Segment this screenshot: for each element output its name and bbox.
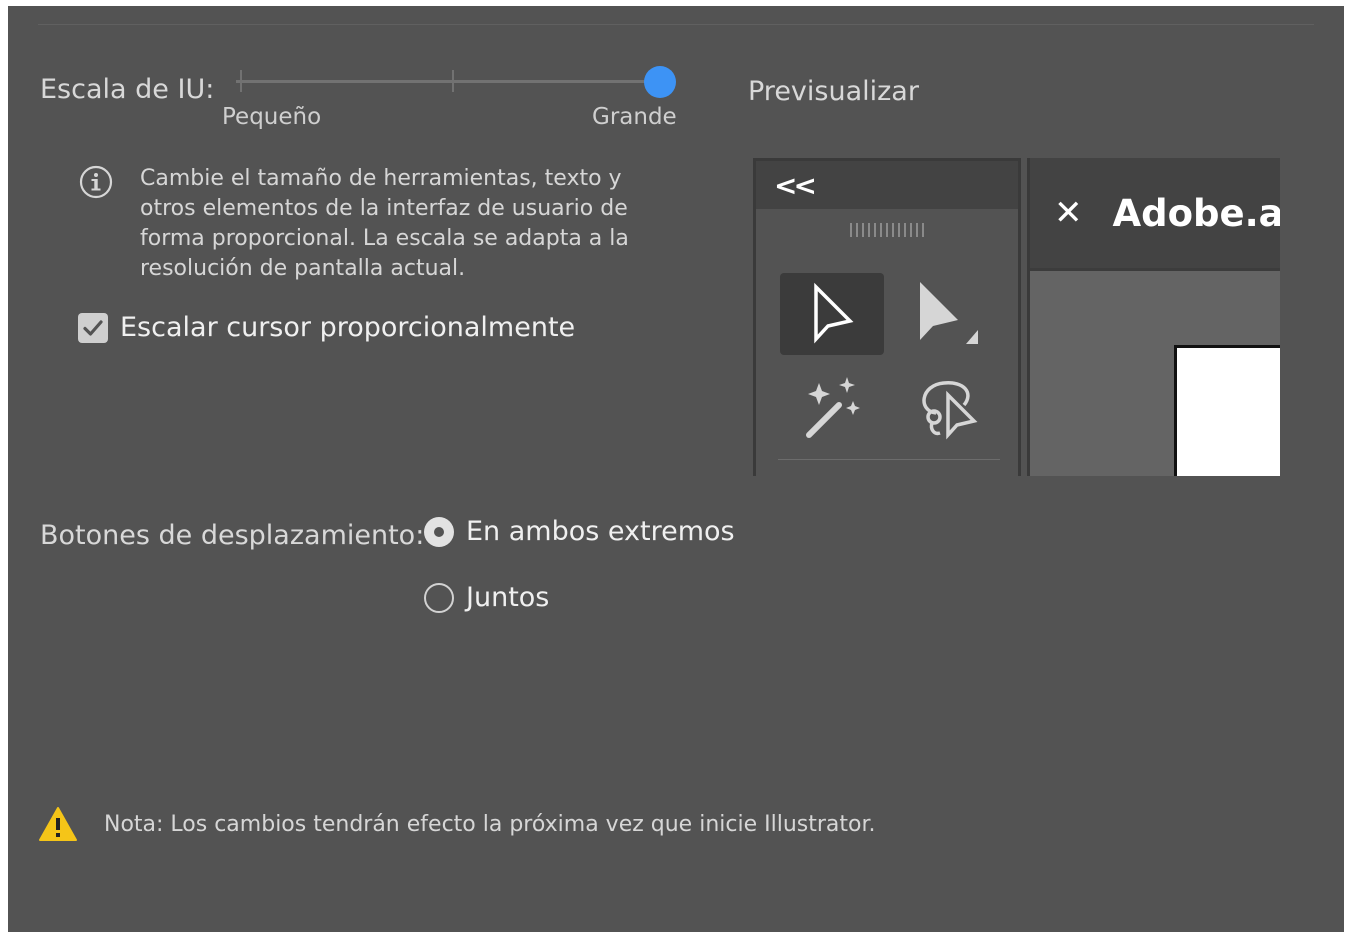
scroll-both-ends-radio[interactable] xyxy=(424,516,454,547)
scroll-both-ends-label: En ambos extremos xyxy=(466,516,735,547)
preview-label: Previsualizar xyxy=(748,76,919,107)
slider-min-label: Pequeño xyxy=(222,104,322,130)
restart-note-text: Nota: Los cambios tendrán efecto la próx… xyxy=(104,811,876,837)
ui-scale-slider[interactable] xyxy=(230,64,676,104)
warning-icon xyxy=(39,807,77,841)
selection-tool-icon xyxy=(814,282,854,344)
checkmark-icon xyxy=(83,319,103,336)
slider-tick xyxy=(240,70,242,92)
scale-cursor-checkbox[interactable] xyxy=(78,312,108,343)
magic-wand-tool-icon xyxy=(806,377,860,438)
close-icon: ✕ xyxy=(1054,193,1083,233)
scroll-together-option[interactable]: Juntos xyxy=(424,582,549,613)
document-tab-title: Adobe.a xyxy=(1112,191,1281,235)
canvas-preview xyxy=(1030,271,1280,476)
scroll-together-label: Juntos xyxy=(466,582,550,613)
divider xyxy=(778,459,1000,460)
scroll-together-radio[interactable] xyxy=(424,582,454,613)
divider xyxy=(38,24,1314,25)
scroll-both-ends-option[interactable]: En ambos extremos xyxy=(424,516,735,547)
direct-selection-tool-icon xyxy=(920,282,978,344)
scale-cursor-checkbox-row[interactable]: Escalar cursor proporcionalmente xyxy=(78,312,575,343)
slider-handle[interactable] xyxy=(644,66,676,98)
magic-wand-tool xyxy=(780,367,884,449)
slider-max-label: Grande xyxy=(592,104,677,130)
radio-dot xyxy=(434,526,444,537)
tools-panel-preview: << xyxy=(753,158,1021,476)
scroll-buttons-label: Botones de desplazamiento: xyxy=(40,520,425,551)
ui-preview: << ✕ Adobe.a xyxy=(753,158,1280,476)
info-icon xyxy=(79,165,113,199)
lasso-tool-icon xyxy=(922,381,978,440)
direct-selection-tool xyxy=(896,273,1000,355)
document-tab: ✕ Adobe.a xyxy=(1030,158,1280,271)
grip-handle-icon xyxy=(850,223,924,237)
collapse-panel-icon: << xyxy=(756,161,1018,209)
slider-track[interactable] xyxy=(236,80,662,83)
selection-tool xyxy=(780,273,884,355)
slider-tick xyxy=(452,70,454,92)
restart-note: Nota: Los cambios tendrán efecto la próx… xyxy=(38,806,875,842)
preferences-panel: Escala de IU: Pequeño Grande Previsualiz… xyxy=(8,6,1344,932)
ui-scale-label: Escala de IU: xyxy=(40,74,215,105)
document-preview: ✕ Adobe.a xyxy=(1027,158,1280,476)
ui-scale-description: Cambie el tamaño de herramientas, texto … xyxy=(140,166,629,281)
artboard-preview xyxy=(1174,345,1280,476)
scale-cursor-label: Escalar cursor proporcionalmente xyxy=(120,312,576,343)
lasso-tool xyxy=(896,367,1000,449)
